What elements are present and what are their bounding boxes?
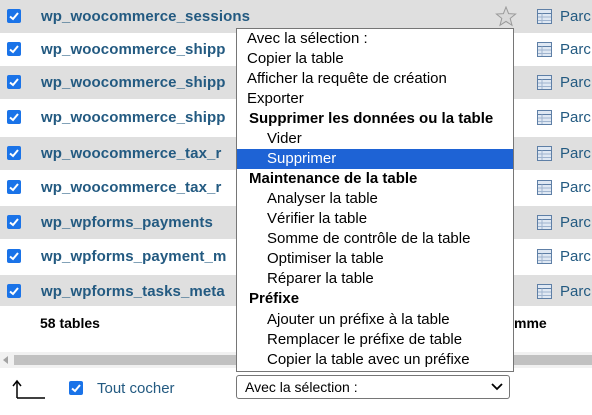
dropdown-option[interactable]: Copier la table avec un préfixe (237, 350, 513, 370)
row-checkbox[interactable] (7, 215, 21, 229)
row-checkbox[interactable] (7, 249, 21, 263)
browse-table-icon[interactable] (537, 284, 552, 299)
row-checkbox[interactable] (7, 284, 21, 298)
browse-table-icon[interactable] (537, 75, 552, 90)
check-all-label[interactable]: Tout cocher (97, 380, 175, 397)
bulk-actions-bar: Tout cocher Avec la sélection : (0, 372, 592, 415)
sum-label: mme (514, 315, 547, 331)
browse-link[interactable]: Parc (560, 8, 591, 25)
browse-link[interactable]: Parc (560, 145, 591, 162)
arrow-up-left-icon (12, 379, 45, 399)
table-name-link[interactable]: wp_wpforms_payments (41, 214, 213, 231)
dropdown-group-label: Supprimer les données ou la table (249, 110, 494, 127)
row-checkbox[interactable] (7, 146, 21, 160)
browse-table-icon[interactable] (537, 42, 552, 57)
row-checkbox[interactable] (7, 180, 21, 194)
with-selected-select[interactable]: Avec la sélection : (236, 375, 510, 399)
browse-link[interactable]: Parc (560, 109, 591, 126)
with-selected-dropdown: Avec la sélection : Copier la table Affi… (236, 28, 514, 372)
table-name-link[interactable]: wp_wpforms_payment_m (41, 248, 226, 265)
browse-table-icon[interactable] (537, 180, 552, 195)
browse-table-icon[interactable] (537, 9, 552, 24)
table-name-link[interactable]: wp_woocommerce_sessions (41, 8, 250, 25)
table-name-link[interactable]: wp_woocommerce_shipp (41, 109, 226, 126)
browse-table-icon[interactable] (537, 146, 552, 161)
table-name-link[interactable]: wp_woocommerce_shipp (41, 74, 226, 91)
check-all-checkbox[interactable] (69, 381, 83, 395)
dropdown-option[interactable]: Remplacer le préfixe de table (237, 330, 513, 350)
scroll-left-icon[interactable] (3, 356, 8, 364)
row-checkbox[interactable] (7, 75, 21, 89)
dropdown-option[interactable]: Optimiser la table (237, 249, 513, 269)
table-name-link[interactable]: wp_woocommerce_tax_r (41, 145, 221, 162)
browse-link[interactable]: Parc (560, 283, 591, 300)
browse-link[interactable]: Parc (560, 41, 591, 58)
browse-link[interactable]: Parc (560, 214, 591, 231)
select-value: Avec la sélection : (245, 379, 358, 395)
dropdown-option[interactable]: Exporter (237, 89, 513, 109)
dropdown-option[interactable]: Afficher la requête de création (237, 69, 513, 89)
dropdown-option-selected[interactable]: Supprimer (237, 149, 513, 169)
table-name-link[interactable]: wp_woocommerce_shipp (41, 41, 226, 58)
browse-table-icon[interactable] (537, 249, 552, 264)
dropdown-option[interactable]: Somme de contrôle de la table (237, 229, 513, 249)
row-checkbox[interactable] (7, 110, 21, 124)
browse-table-icon[interactable] (537, 110, 552, 125)
table-name-link[interactable]: wp_wpforms_tasks_meta (41, 283, 225, 300)
star-icon[interactable] (495, 6, 517, 27)
dropdown-option[interactable]: Vérifier la table (237, 209, 513, 229)
browse-link[interactable]: Parc (560, 74, 591, 91)
tables-count: 58 tables (40, 315, 100, 331)
dropdown-group-label: Maintenance de la table (249, 170, 418, 187)
dropdown-option[interactable]: Ajouter un préfixe à la table (237, 310, 513, 330)
dropdown-option[interactable]: Avec la sélection : (237, 29, 513, 49)
dropdown-option[interactable]: Vider (237, 129, 513, 149)
browse-link[interactable]: Parc (560, 248, 591, 265)
dropdown-option[interactable]: Analyser la table (237, 189, 513, 209)
row-checkbox[interactable] (7, 9, 21, 23)
chevron-down-icon (491, 383, 503, 391)
browse-link[interactable]: Parc (560, 179, 591, 196)
row-checkbox[interactable] (7, 42, 21, 56)
table-name-link[interactable]: wp_woocommerce_tax_r (41, 179, 221, 196)
dropdown-option[interactable]: Copier la table (237, 49, 513, 69)
browse-table-icon[interactable] (537, 215, 552, 230)
dropdown-group-label: Préfixe (249, 290, 300, 307)
dropdown-option[interactable]: Réparer la table (237, 269, 513, 289)
